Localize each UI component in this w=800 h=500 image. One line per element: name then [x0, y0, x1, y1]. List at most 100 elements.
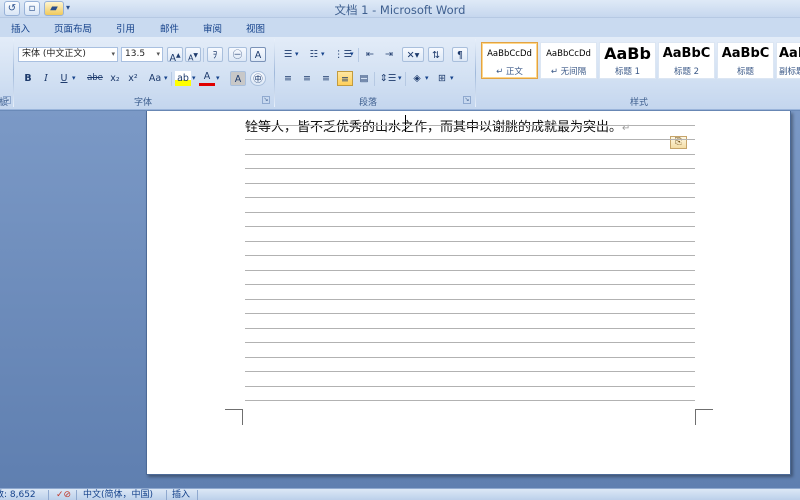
ruled-line [245, 125, 695, 126]
chevron-down-icon[interactable]: ▾ [216, 74, 220, 82]
chevron-down-icon[interactable]: ▾ [321, 50, 325, 58]
style-subtitle[interactable]: AaBl 副标题 [776, 42, 800, 79]
style-no-spacing[interactable]: AaBbCcDd ↵ 无间隔 [540, 42, 597, 79]
font-size-value: 13.5 [125, 49, 146, 59]
ruled-line [245, 357, 695, 358]
chevron-down-icon[interactable]: ▾ [350, 50, 354, 58]
font-color-button[interactable]: A [199, 71, 215, 86]
ribbon: 剪贴板 ↘ 宋体 (中文正文) ▾ 13.5 ▾ A▲ A▼ ｦ ㊀ A B I… [0, 37, 800, 110]
enclosed-character-button[interactable]: ㊥ [250, 71, 266, 86]
style-name: 标题 1 [614, 67, 641, 77]
chevron-down-icon[interactable]: ▾ [295, 50, 299, 58]
subscript-button[interactable]: x₂ [107, 71, 123, 86]
window-title: 文档 1 - Microsoft Word [334, 3, 466, 17]
chevron-down-icon[interactable]: ▾ [398, 74, 402, 82]
ribbon-tabs: 插入 页面布局 引用 邮件 审阅 视图 [0, 18, 800, 37]
borders-icon[interactable]: ⊞ [434, 71, 450, 86]
paragraph-group-caption: 段落 [358, 98, 377, 108]
chevron-down-icon[interactable]: ▾ [425, 74, 429, 82]
status-separator [166, 490, 167, 500]
multilevel-list-icon[interactable]: ⋮☰ [334, 47, 352, 62]
ruled-line [245, 313, 695, 314]
ruled-line [245, 270, 695, 271]
chevron-down-icon[interactable]: ▾ [156, 48, 160, 61]
clear-format-icon: A [254, 50, 262, 61]
tab-references[interactable]: 引用 [116, 21, 135, 35]
decrease-indent-icon[interactable]: ⇤ [362, 47, 378, 62]
word-count[interactable]: 字数: 8,652 [0, 489, 36, 500]
chevron-down-icon[interactable]: ▾ [450, 74, 454, 82]
style-normal[interactable]: AaBbCcDd ↵ 正文 [481, 42, 538, 79]
phonetic-guide-button[interactable]: ｦ [207, 47, 223, 62]
increase-indent-icon[interactable]: ⇥ [381, 47, 397, 62]
font-group-caption: 字体 [133, 98, 152, 108]
line-spacing-icon[interactable]: ⇕☰ [378, 71, 398, 86]
tab-review[interactable]: 审阅 [203, 21, 222, 35]
align-right-icon[interactable]: ≡ [318, 71, 334, 86]
group-separator [475, 39, 476, 107]
style-name: 副标题 [779, 67, 800, 77]
styles-group-caption: 样式 [629, 98, 648, 108]
crop-mark [225, 409, 243, 425]
font-dialog-launcher[interactable]: ↘ [262, 96, 270, 104]
align-left-icon[interactable]: ≡ [280, 71, 296, 86]
superscript-button[interactable]: x² [125, 71, 141, 86]
sort-icon[interactable]: ⇅ [428, 47, 444, 62]
tab-view[interactable]: 视图 [246, 21, 265, 35]
document-workspace: 铨等人，皆不乏优秀的山水之作，而其中以谢朓的成就最为突出。↵ ⎘ [0, 111, 800, 488]
bold-button[interactable]: B [20, 71, 36, 86]
strikethrough-button[interactable]: abe [84, 71, 106, 86]
font-size-combo[interactable]: 13.5 ▾ [121, 47, 163, 62]
ruled-line [245, 299, 695, 300]
insert-mode-indicator[interactable]: 插入 [172, 489, 190, 500]
ruled-line [245, 342, 695, 343]
style-name: 标题 2 [673, 67, 700, 77]
chevron-down-icon[interactable]: ▾ [72, 74, 76, 82]
asian-layout-icon[interactable]: ✕▾ [402, 47, 424, 62]
numbering-icon[interactable]: ☷ [306, 47, 322, 62]
highlighter-icon[interactable]: ab [175, 71, 191, 86]
status-separator [48, 490, 49, 500]
toolbar-separator [374, 72, 375, 86]
clear-formatting-button[interactable]: A [250, 47, 266, 62]
style-title[interactable]: AaBbC 标题 [717, 42, 774, 79]
character-shading-button[interactable]: A [230, 71, 246, 86]
paste-options-icon[interactable]: ⎘ [670, 136, 687, 149]
document-page[interactable]: 铨等人，皆不乏优秀的山水之作，而其中以谢朓的成就最为突出。↵ ⎘ [146, 111, 791, 475]
shrink-font-button[interactable]: A▼ [185, 47, 201, 63]
show-formatting-marks-icon[interactable]: ¶ [452, 47, 468, 62]
tab-page-layout[interactable]: 页面布局 [54, 21, 92, 35]
language-indicator[interactable]: 中文(简体，中国) [83, 489, 153, 500]
paragraph-text: 铨等人，皆不乏优秀的山水之作，而其中以谢朓的成就最为突出。 [245, 120, 623, 135]
enclose-characters-button[interactable]: ㊀ [228, 47, 247, 62]
style-heading-1[interactable]: AaBb 标题 1 [599, 42, 656, 79]
proofing-icon[interactable]: ✓⊘ [56, 489, 71, 500]
shading-icon[interactable]: ◈ [409, 71, 425, 86]
chevron-down-icon[interactable]: ▾ [111, 48, 115, 61]
italic-button[interactable]: I [38, 71, 54, 86]
ruled-line [245, 328, 695, 329]
justify-icon[interactable]: ≡ [337, 71, 353, 86]
ruled-line [245, 400, 695, 401]
style-name: ↵ 正文 [496, 67, 523, 77]
paragraph-dialog-launcher[interactable]: ↘ [463, 96, 471, 104]
font-name-combo[interactable]: 宋体 (中文正文) ▾ [18, 47, 118, 62]
style-name: 标题 [736, 67, 754, 77]
tab-insert[interactable]: 插入 [11, 21, 30, 35]
status-separator [76, 490, 77, 500]
style-heading-2[interactable]: AaBbC 标题 2 [658, 42, 715, 79]
clipboard-dialog-launcher[interactable]: ↘ [3, 96, 11, 104]
change-case-button[interactable]: Aa [145, 71, 165, 86]
style-sample: AaBbC [662, 46, 711, 61]
text-caret [405, 115, 406, 132]
chevron-down-icon[interactable]: ▾ [192, 74, 196, 82]
align-center-icon[interactable]: ≡ [299, 71, 315, 86]
distributed-icon[interactable]: ▤ [356, 71, 372, 86]
bullets-icon[interactable]: ☰ [280, 47, 296, 62]
tab-mailings[interactable]: 邮件 [160, 21, 179, 35]
grow-font-button[interactable]: A▲ [167, 47, 183, 64]
ruled-line [245, 371, 695, 372]
chevron-down-icon[interactable]: ▾ [164, 74, 168, 82]
underline-button[interactable]: U [56, 71, 72, 86]
status-bar: 字数: 8,652 ✓⊘ 中文(简体，中国) 插入 [0, 488, 800, 500]
